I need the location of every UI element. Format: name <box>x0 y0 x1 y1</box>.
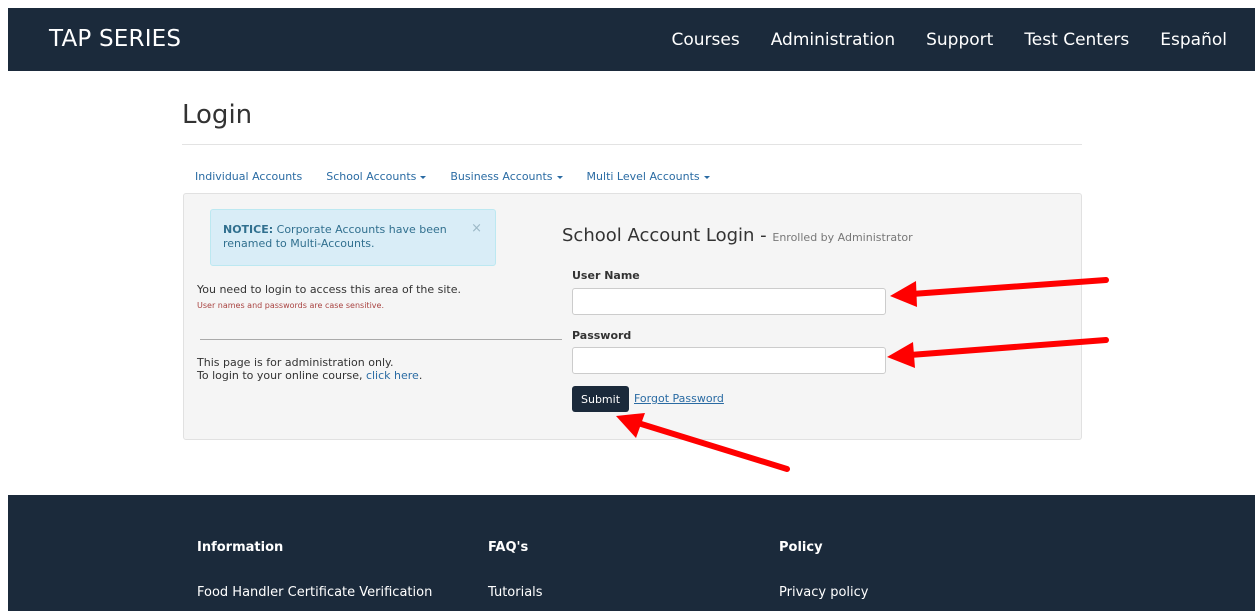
site-footer: Information Food Handler Certificate Ver… <box>8 495 1255 611</box>
nav-espanol[interactable]: Español <box>1160 30 1227 50</box>
course-login-prefix: To login to your online course, <box>197 369 366 382</box>
caret-down-icon <box>420 175 427 179</box>
case-sensitive-note: User names and passwords are case sensit… <box>197 301 384 310</box>
tab-business-accounts[interactable]: Business Accounts <box>450 170 563 183</box>
course-login-suffix: . <box>418 369 423 382</box>
password-label: Password <box>572 329 632 342</box>
caret-down-icon <box>556 175 563 179</box>
username-label: User Name <box>572 269 640 282</box>
nav-support[interactable]: Support <box>926 30 993 50</box>
password-input[interactable] <box>572 347 886 374</box>
login-form-title: School Account Login - Enrolled by Admin… <box>562 225 913 246</box>
click-here-link[interactable]: click here <box>366 369 419 382</box>
admin-only-text: This page is for administration only. <box>197 356 394 369</box>
course-login-text: To login to your online course, click he… <box>197 369 422 382</box>
footer-heading: Information <box>197 540 284 555</box>
top-navbar: TAP SERIES Courses Administration Suppor… <box>8 8 1255 71</box>
admin-note: This page is for administration only. To… <box>197 356 422 382</box>
login-form-heading: School Account Login - <box>562 225 773 246</box>
footer-link-tutorials[interactable]: Tutorials <box>488 585 543 600</box>
tab-school-accounts[interactable]: School Accounts <box>326 170 427 183</box>
title-divider <box>182 144 1082 145</box>
forgot-password-link[interactable]: Forgot Password <box>634 392 724 405</box>
footer-column-information: Information Food Handler Certificate Ver… <box>197 540 432 600</box>
notice-alert: NOTICE: Corporate Accounts have been ren… <box>210 209 496 266</box>
submit-button[interactable]: Submit <box>572 386 629 412</box>
footer-link-certificate-verification[interactable]: Food Handler Certificate Verification <box>197 585 432 600</box>
brand-logo[interactable]: TAP SERIES <box>49 26 181 52</box>
footer-column-policy: Policy Privacy policy <box>779 540 868 600</box>
footer-column-faqs: FAQ's Tutorials <box>488 540 543 600</box>
login-required-message: You need to login to access this area of… <box>197 283 461 296</box>
caret-down-icon <box>703 175 710 179</box>
tab-multi-level-accounts[interactable]: Multi Level Accounts <box>587 170 710 183</box>
tab-label: Business Accounts <box>450 170 553 183</box>
tab-label: School Accounts <box>326 170 417 183</box>
tab-label: Individual Accounts <box>195 170 303 183</box>
nav-administration[interactable]: Administration <box>771 30 895 50</box>
username-input[interactable] <box>572 288 886 315</box>
close-icon[interactable]: × <box>471 222 482 236</box>
tab-individual-accounts[interactable]: Individual Accounts <box>195 170 302 183</box>
page-title: Login <box>182 100 253 130</box>
nav-courses[interactable]: Courses <box>671 30 739 50</box>
footer-heading: FAQ's <box>488 540 529 555</box>
account-type-tabs: Individual Accounts School Accounts Busi… <box>195 170 734 183</box>
footer-link-privacy-policy[interactable]: Privacy policy <box>779 585 868 600</box>
notice-strong: NOTICE: <box>223 223 274 236</box>
footer-heading: Policy <box>779 540 823 555</box>
section-divider <box>200 339 562 340</box>
login-form-subtitle: Enrolled by Administrator <box>772 231 913 244</box>
nav-test-centers[interactable]: Test Centers <box>1024 30 1129 50</box>
login-panel: NOTICE: Corporate Accounts have been ren… <box>183 193 1082 440</box>
main-nav: Courses Administration Support Test Cent… <box>640 30 1227 50</box>
tab-label: Multi Level Accounts <box>586 170 700 183</box>
